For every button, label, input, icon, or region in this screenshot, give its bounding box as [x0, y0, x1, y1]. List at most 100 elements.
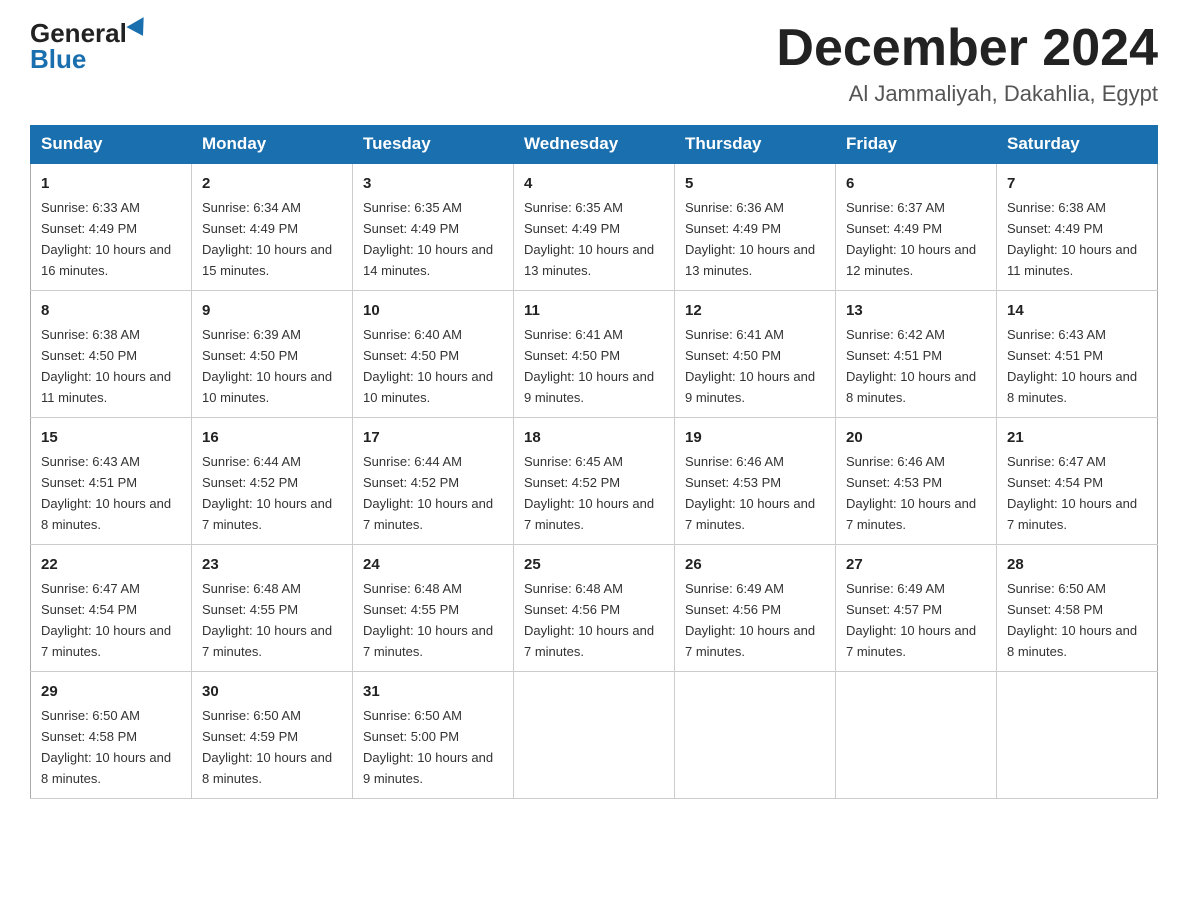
calendar-day-cell: 2Sunrise: 6:34 AMSunset: 4:49 PMDaylight… — [192, 163, 353, 290]
day-number: 10 — [363, 299, 503, 322]
calendar-week-row: 1Sunrise: 6:33 AMSunset: 4:49 PMDaylight… — [31, 163, 1158, 290]
logo-triangle-icon — [126, 17, 151, 41]
calendar-day-cell: 15Sunrise: 6:43 AMSunset: 4:51 PMDayligh… — [31, 418, 192, 545]
day-info: Sunrise: 6:44 AMSunset: 4:52 PMDaylight:… — [202, 454, 332, 532]
day-info: Sunrise: 6:46 AMSunset: 4:53 PMDaylight:… — [846, 454, 976, 532]
calendar-day-cell: 1Sunrise: 6:33 AMSunset: 4:49 PMDaylight… — [31, 163, 192, 290]
month-title: December 2024 — [776, 20, 1158, 77]
calendar-day-cell: 21 Sunrise: 6:47 AMSunset: 4:54 PMDayligh… — [997, 418, 1158, 545]
day-info: Sunrise: 6:50 AMSunset: 5:00 PMDaylight:… — [363, 708, 493, 786]
calendar-empty-cell — [514, 671, 675, 798]
calendar-day-cell: 13 Sunrise: 6:42 AMSunset: 4:51 PMDayligh… — [836, 291, 997, 418]
day-info: Sunrise: 6:45 AMSunset: 4:52 PMDaylight:… — [524, 454, 654, 532]
calendar-day-cell: 22 Sunrise: 6:47 AMSunset: 4:54 PMDayligh… — [31, 545, 192, 672]
calendar-day-cell: 17 Sunrise: 6:44 AMSunset: 4:52 PMDayligh… — [353, 418, 514, 545]
day-number: 21 — [1007, 426, 1147, 449]
day-number: 5 — [685, 172, 825, 195]
weekday-header-saturday: Saturday — [997, 126, 1158, 164]
day-info: Sunrise: 6:49 AMSunset: 4:57 PMDaylight:… — [846, 581, 976, 659]
calendar-day-cell: 28 Sunrise: 6:50 AMSunset: 4:58 PMDayligh… — [997, 545, 1158, 672]
logo-general-text: General — [30, 20, 127, 46]
day-number: 30 — [202, 680, 342, 703]
day-info: Sunrise: 6:43 AMSunset: 4:51 PMDaylight:… — [41, 454, 171, 532]
calendar-day-cell: 12 Sunrise: 6:41 AMSunset: 4:50 PMDayligh… — [675, 291, 836, 418]
calendar-day-cell: 25 Sunrise: 6:48 AMSunset: 4:56 PMDayligh… — [514, 545, 675, 672]
day-info: Sunrise: 6:48 AMSunset: 4:55 PMDaylight:… — [202, 581, 332, 659]
calendar-day-cell: 30 Sunrise: 6:50 AMSunset: 4:59 PMDayligh… — [192, 671, 353, 798]
day-info: Sunrise: 6:39 AMSunset: 4:50 PMDaylight:… — [202, 327, 332, 405]
day-number: 25 — [524, 553, 664, 576]
calendar-day-cell: 19Sunrise: 6:46 AMSunset: 4:53 PMDayligh… — [675, 418, 836, 545]
day-info: Sunrise: 6:40 AMSunset: 4:50 PMDaylight:… — [363, 327, 493, 405]
calendar-day-cell: 26 Sunrise: 6:49 AMSunset: 4:56 PMDayligh… — [675, 545, 836, 672]
day-info: Sunrise: 6:35 AMSunset: 4:49 PMDaylight:… — [524, 200, 654, 278]
day-number: 11 — [524, 299, 664, 322]
calendar-day-cell: 11 Sunrise: 6:41 AMSunset: 4:50 PMDayligh… — [514, 291, 675, 418]
day-number: 31 — [363, 680, 503, 703]
weekday-header-friday: Friday — [836, 126, 997, 164]
day-number: 4 — [524, 172, 664, 195]
day-number: 7 — [1007, 172, 1147, 195]
day-number: 6 — [846, 172, 986, 195]
day-number: 22 — [41, 553, 181, 576]
day-info: Sunrise: 6:38 AMSunset: 4:50 PMDaylight:… — [41, 327, 171, 405]
calendar-week-row: 15Sunrise: 6:43 AMSunset: 4:51 PMDayligh… — [31, 418, 1158, 545]
day-info: Sunrise: 6:41 AMSunset: 4:50 PMDaylight:… — [685, 327, 815, 405]
day-info: Sunrise: 6:36 AMSunset: 4:49 PMDaylight:… — [685, 200, 815, 278]
logo-blue-text: Blue — [30, 46, 86, 72]
day-info: Sunrise: 6:38 AMSunset: 4:49 PMDaylight:… — [1007, 200, 1137, 278]
day-number: 9 — [202, 299, 342, 322]
day-number: 13 — [846, 299, 986, 322]
calendar-day-cell: 7 Sunrise: 6:38 AMSunset: 4:49 PMDaylight… — [997, 163, 1158, 290]
day-info: Sunrise: 6:47 AMSunset: 4:54 PMDaylight:… — [41, 581, 171, 659]
day-info: Sunrise: 6:48 AMSunset: 4:56 PMDaylight:… — [524, 581, 654, 659]
calendar-day-cell: 3 Sunrise: 6:35 AMSunset: 4:49 PMDaylight… — [353, 163, 514, 290]
day-info: Sunrise: 6:49 AMSunset: 4:56 PMDaylight:… — [685, 581, 815, 659]
calendar-day-cell: 27 Sunrise: 6:49 AMSunset: 4:57 PMDayligh… — [836, 545, 997, 672]
calendar-day-cell: 29 Sunrise: 6:50 AMSunset: 4:58 PMDayligh… — [31, 671, 192, 798]
day-number: 12 — [685, 299, 825, 322]
day-info: Sunrise: 6:35 AMSunset: 4:49 PMDaylight:… — [363, 200, 493, 278]
calendar-table: SundayMondayTuesdayWednesdayThursdayFrid… — [30, 125, 1158, 799]
calendar-empty-cell — [836, 671, 997, 798]
day-number: 3 — [363, 172, 503, 195]
day-info: Sunrise: 6:47 AMSunset: 4:54 PMDaylight:… — [1007, 454, 1137, 532]
day-number: 24 — [363, 553, 503, 576]
calendar-day-cell: 9 Sunrise: 6:39 AMSunset: 4:50 PMDaylight… — [192, 291, 353, 418]
day-info: Sunrise: 6:41 AMSunset: 4:50 PMDaylight:… — [524, 327, 654, 405]
day-info: Sunrise: 6:50 AMSunset: 4:58 PMDaylight:… — [41, 708, 171, 786]
day-number: 27 — [846, 553, 986, 576]
logo: General Blue — [30, 20, 149, 72]
day-number: 26 — [685, 553, 825, 576]
day-number: 14 — [1007, 299, 1147, 322]
day-info: Sunrise: 6:50 AMSunset: 4:59 PMDaylight:… — [202, 708, 332, 786]
day-number: 2 — [202, 172, 342, 195]
weekday-header-monday: Monday — [192, 126, 353, 164]
calendar-day-cell: 24 Sunrise: 6:48 AMSunset: 4:55 PMDayligh… — [353, 545, 514, 672]
day-number: 18 — [524, 426, 664, 449]
day-number: 19 — [685, 426, 825, 449]
calendar-week-row: 29 Sunrise: 6:50 AMSunset: 4:58 PMDayligh… — [31, 671, 1158, 798]
day-number: 20 — [846, 426, 986, 449]
day-info: Sunrise: 6:33 AMSunset: 4:49 PMDaylight:… — [41, 200, 171, 278]
day-number: 16 — [202, 426, 342, 449]
location-title: Al Jammaliyah, Dakahlia, Egypt — [776, 81, 1158, 107]
calendar-day-cell: 6Sunrise: 6:37 AMSunset: 4:49 PMDaylight… — [836, 163, 997, 290]
weekday-header-sunday: Sunday — [31, 126, 192, 164]
page-header: General Blue December 2024 Al Jammaliyah… — [30, 20, 1158, 107]
day-info: Sunrise: 6:48 AMSunset: 4:55 PMDaylight:… — [363, 581, 493, 659]
day-number: 28 — [1007, 553, 1147, 576]
weekday-header-tuesday: Tuesday — [353, 126, 514, 164]
day-info: Sunrise: 6:50 AMSunset: 4:58 PMDaylight:… — [1007, 581, 1137, 659]
calendar-day-cell: 4 Sunrise: 6:35 AMSunset: 4:49 PMDaylight… — [514, 163, 675, 290]
calendar-day-cell: 5 Sunrise: 6:36 AMSunset: 4:49 PMDaylight… — [675, 163, 836, 290]
day-number: 23 — [202, 553, 342, 576]
day-info: Sunrise: 6:42 AMSunset: 4:51 PMDaylight:… — [846, 327, 976, 405]
day-info: Sunrise: 6:44 AMSunset: 4:52 PMDaylight:… — [363, 454, 493, 532]
calendar-day-cell: 31 Sunrise: 6:50 AMSunset: 5:00 PMDayligh… — [353, 671, 514, 798]
calendar-week-row: 8Sunrise: 6:38 AMSunset: 4:50 PMDaylight… — [31, 291, 1158, 418]
calendar-empty-cell — [997, 671, 1158, 798]
weekday-header-wednesday: Wednesday — [514, 126, 675, 164]
day-number: 29 — [41, 680, 181, 703]
day-number: 17 — [363, 426, 503, 449]
